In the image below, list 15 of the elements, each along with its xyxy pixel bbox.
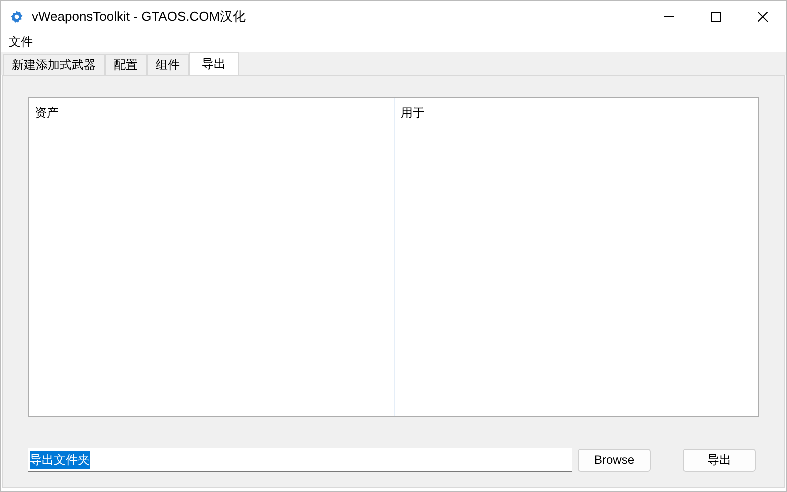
field-value: 导出文件夹 bbox=[30, 450, 90, 468]
window-title: vWeaponsToolkit - GTAOS.COM汉化 bbox=[32, 8, 246, 26]
export-button[interactable]: 导出 bbox=[683, 448, 756, 472]
menu-item[interactable]: 文件 bbox=[1, 33, 41, 51]
maximize-icon bbox=[710, 12, 720, 22]
tab[interactable]: 导出 bbox=[189, 52, 239, 75]
folder-field[interactable]: 导出文件夹 bbox=[28, 448, 572, 472]
tab[interactable]: 配置 bbox=[105, 54, 147, 75]
gear-icon bbox=[10, 10, 24, 24]
tab[interactable]: 组件 bbox=[147, 54, 189, 75]
column-header[interactable]: 用于 bbox=[401, 106, 425, 120]
browse-button[interactable]: Browse bbox=[578, 448, 651, 472]
close-icon bbox=[758, 12, 768, 22]
tab[interactable]: 新建添加式武器 bbox=[3, 54, 105, 75]
column-header[interactable]: 资产 bbox=[35, 106, 59, 120]
